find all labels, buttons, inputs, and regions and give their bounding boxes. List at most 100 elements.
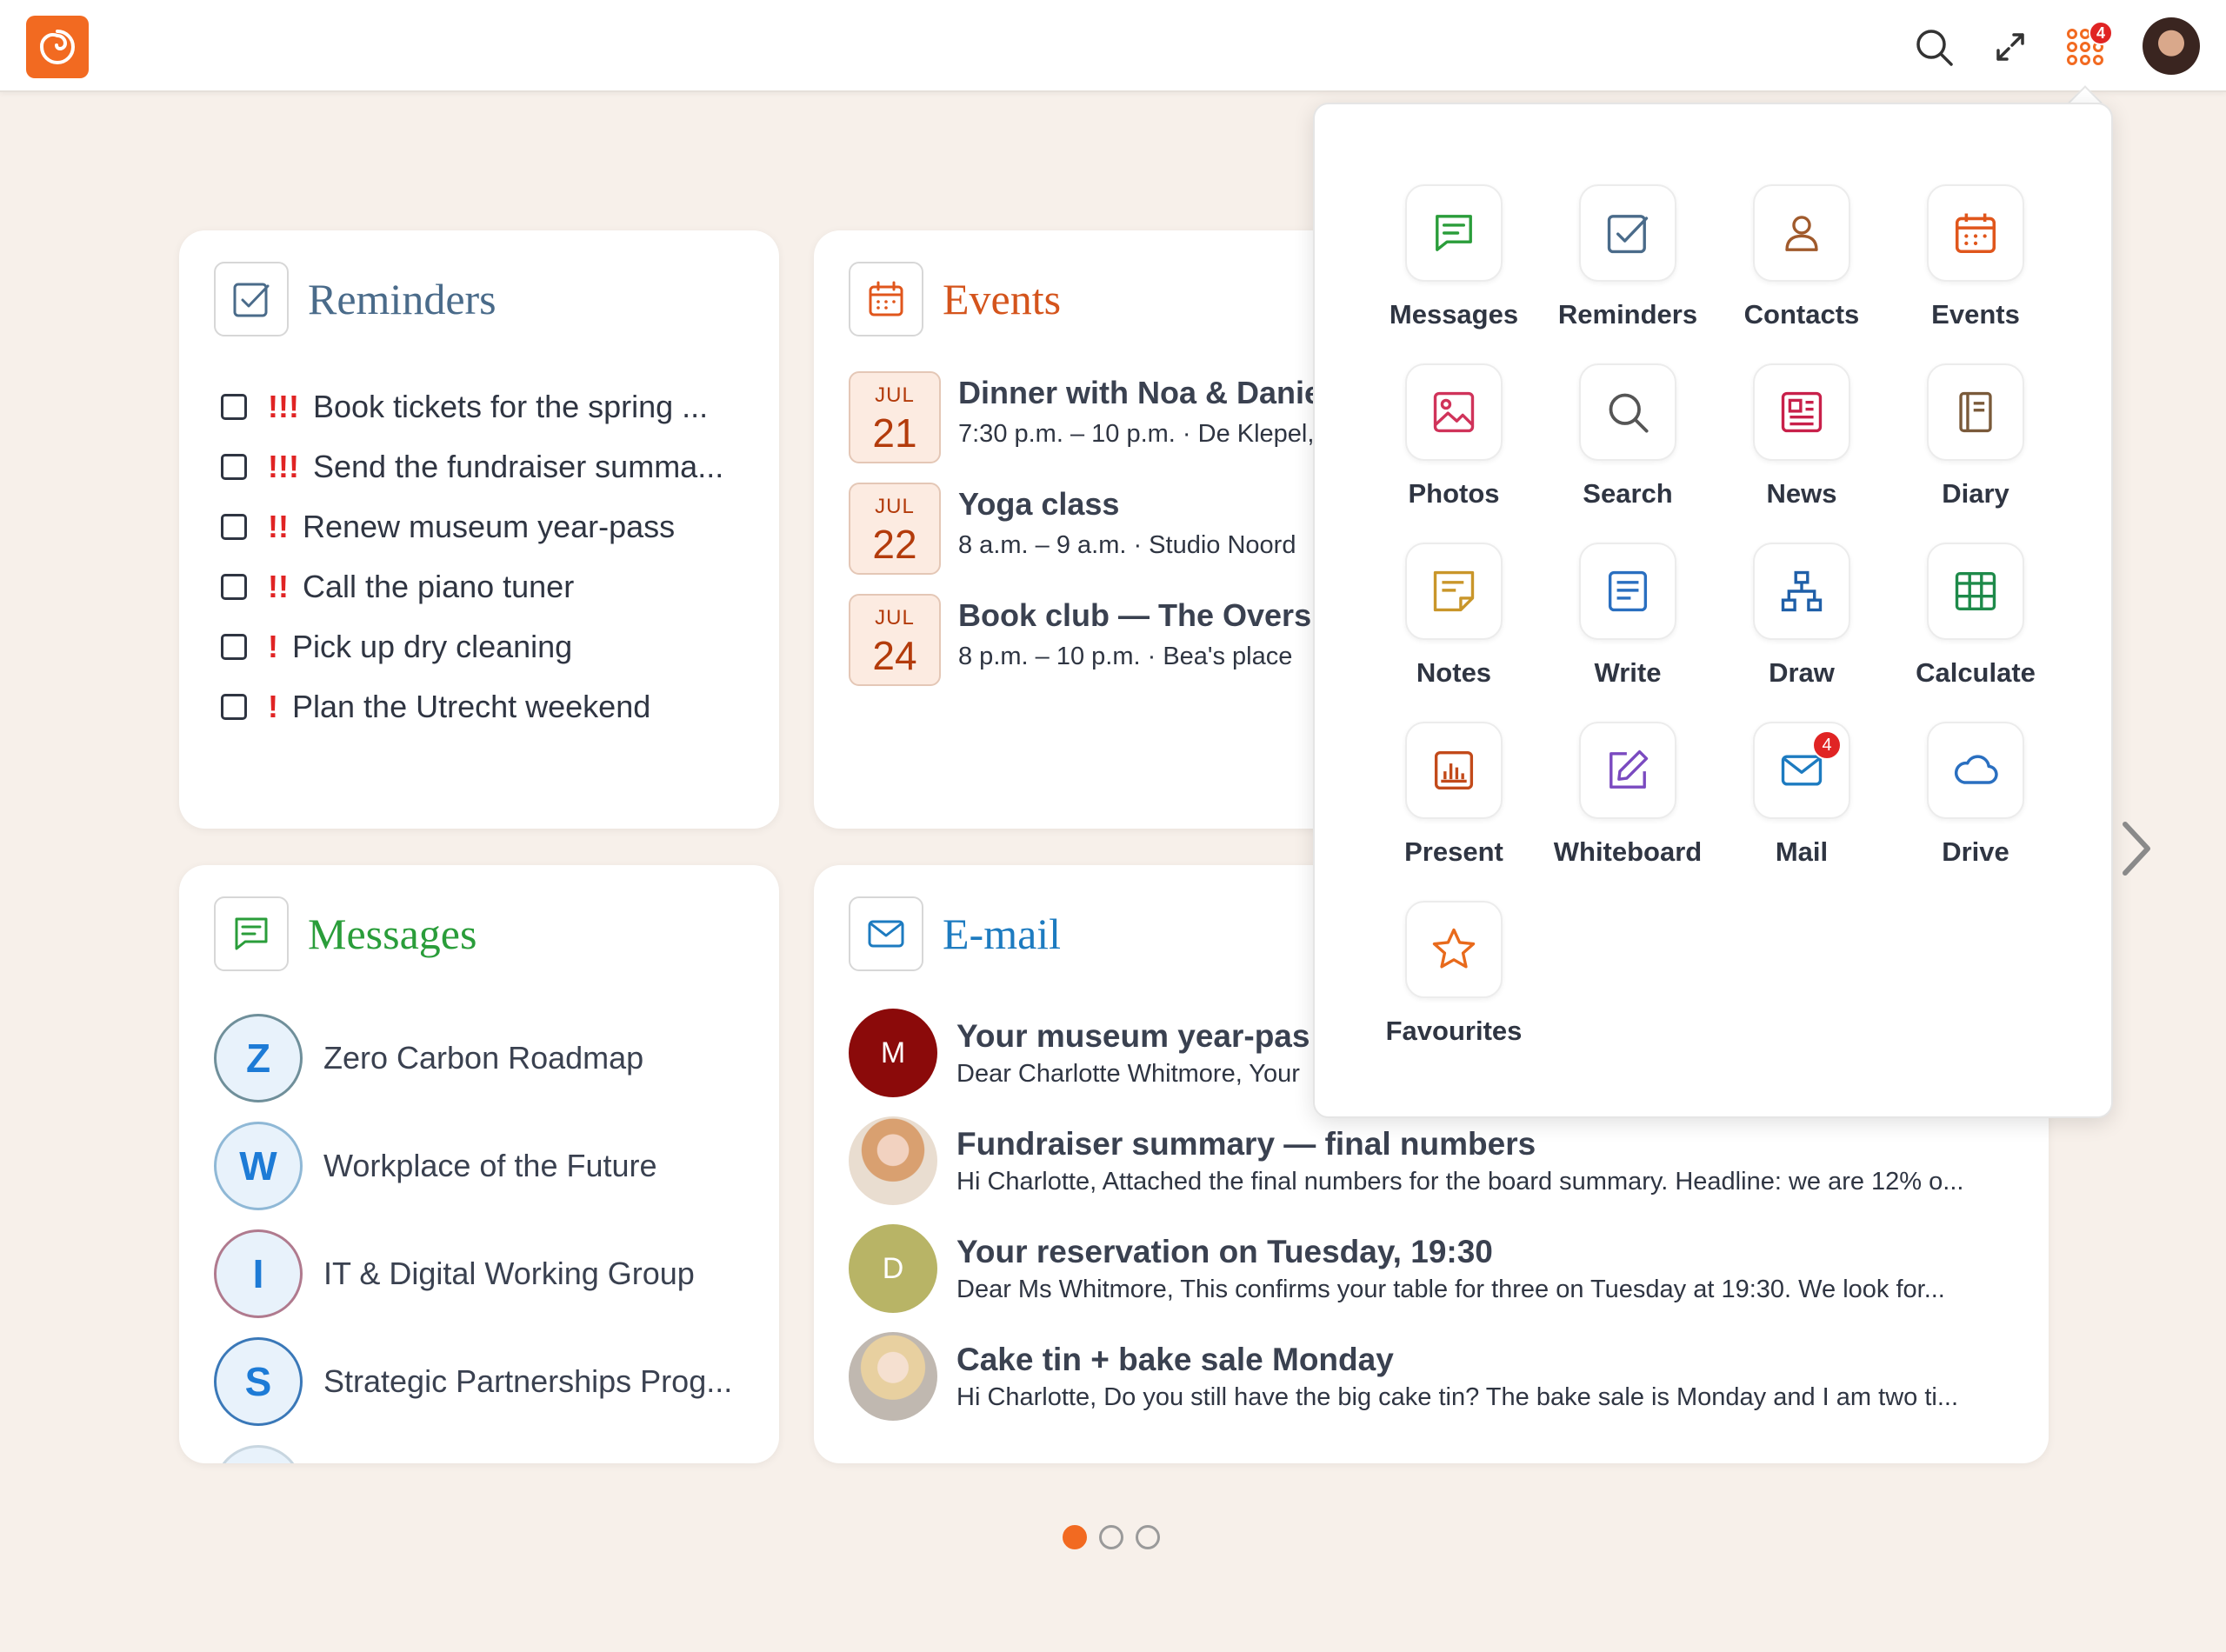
app-label: Notes [1416, 657, 1492, 688]
list-item[interactable]: !!! Book tickets for the spring ... [221, 376, 744, 436]
priority-marker: !! [268, 508, 289, 544]
table-row[interactable]: Cake tin + bake sale Monday Hi Charlotte,… [849, 1322, 2014, 1430]
list-item[interactable]: JUL 22 Yoga class 8 a.m. – 9 a.m. · Studio… [849, 483, 1353, 594]
avatar: W [214, 1122, 303, 1210]
app-photos[interactable]: Photos [1367, 363, 1541, 537]
user-avatar[interactable] [2143, 17, 2200, 75]
conversation-name: IT & Digital Working Group [323, 1256, 695, 1291]
event-day: 22 [872, 522, 917, 567]
reminder-checkbox[interactable] [221, 693, 247, 720]
list-item[interactable]: !!! Send the fundraiser summa... [221, 436, 744, 496]
app-diary[interactable]: Diary [1889, 363, 2063, 537]
calendar-icon [1955, 213, 1996, 254]
app-drive[interactable]: Drive [1889, 722, 2063, 896]
app-label: Whiteboard [1553, 836, 1703, 867]
table-row[interactable]: D Your reservation on Tuesday, 19:30 Dear… [849, 1215, 2014, 1322]
priority-marker: ! [268, 688, 278, 724]
app-present[interactable]: Present [1367, 722, 1541, 896]
reminder-checkbox[interactable] [221, 513, 247, 540]
app-notes[interactable]: Notes [1367, 543, 1541, 716]
event-details: 8 a.m. – 9 a.m. · Studio Noord [958, 531, 1296, 559]
email-preview: Hi Charlotte, Do you still have the big … [956, 1382, 1958, 1411]
list-item[interactable]: S Strategic Partnerships Prog... [214, 1328, 753, 1436]
newspaper-icon [1781, 391, 1823, 433]
page-dot-3[interactable] [1136, 1525, 1160, 1549]
app-write[interactable]: Write [1541, 543, 1715, 716]
avatar: I [214, 1229, 303, 1318]
spreadsheet-icon [1955, 571, 1996, 611]
event-day: 21 [872, 410, 917, 456]
page-dot-1[interactable] [1063, 1525, 1087, 1549]
app-news[interactable]: News [1715, 363, 1889, 537]
avatar [849, 1332, 937, 1421]
fullscreen-button[interactable] [1986, 23, 2035, 71]
priority-marker: ! [268, 628, 278, 664]
brand-logo[interactable] [26, 16, 89, 78]
app-contacts[interactable]: Contacts [1715, 184, 1889, 358]
event-date: JUL 21 [849, 371, 941, 463]
table-row[interactable]: Fundraiser summary — final numbers Hi Cha… [849, 1107, 2014, 1215]
apps-menu-button[interactable]: 4 [2061, 21, 2113, 71]
reminders-list: !!! Book tickets for the spring ... !!! Se… [221, 376, 744, 736]
app-reminders[interactable]: Reminders [1541, 184, 1715, 358]
app-label: Favourites [1385, 1016, 1523, 1046]
list-item[interactable] [214, 1436, 753, 1463]
app-label: Write [1594, 657, 1662, 688]
app-search[interactable]: Search [1541, 363, 1715, 537]
reminder-text: Renew museum year-pass [302, 508, 676, 544]
document-icon [1608, 570, 1648, 612]
messages-list: Z Zero Carbon Roadmap W Workplace of the F… [214, 1004, 753, 1463]
email-title: E-mail [943, 909, 1062, 958]
app-label: Drive [1942, 836, 2009, 867]
app-messages[interactable]: Messages [1367, 184, 1541, 358]
app-events[interactable]: Events [1889, 184, 2063, 358]
checkbox-icon [1607, 215, 1649, 254]
event-month: JUL [875, 495, 915, 518]
app-label: Search [1583, 478, 1673, 509]
list-item[interactable]: !! Call the piano tuner [221, 556, 744, 616]
avatar: Z [214, 1014, 303, 1102]
app-label: News [1766, 478, 1837, 509]
notebook-icon [1959, 391, 1992, 433]
events-card: Events JUL 21 Dinner with Noa & Danie 7:30… [814, 230, 1353, 829]
event-month: JUL [875, 383, 915, 407]
list-item[interactable]: Z Zero Carbon Roadmap [214, 1004, 753, 1112]
chevron-right-icon[interactable] [2115, 817, 2158, 880]
search-button[interactable] [1909, 23, 1958, 71]
app-label: Messages [1389, 299, 1519, 330]
fullscreen-icon [1996, 33, 2024, 61]
reminder-text: Call the piano tuner [302, 568, 575, 604]
conversation-name: Zero Carbon Roadmap [323, 1040, 644, 1076]
reminder-checkbox[interactable] [221, 453, 247, 480]
presentation-icon [1434, 750, 1474, 790]
reminder-checkbox[interactable] [221, 393, 247, 420]
app-whiteboard[interactable]: Whiteboard [1541, 722, 1715, 896]
priority-marker: !!! [268, 388, 299, 424]
brand-swirl-icon [39, 30, 75, 64]
list-item[interactable]: ! Plan the Utrecht weekend [221, 676, 744, 736]
list-item[interactable]: I IT & Digital Working Group [214, 1220, 753, 1328]
reminder-checkbox[interactable] [221, 573, 247, 600]
page-dot-2[interactable] [1099, 1525, 1123, 1549]
reminders-card: Reminders !!! Book tickets for the spring… [179, 230, 779, 829]
app-mail[interactable]: 4 Mail [1715, 722, 1889, 896]
event-date: JUL 24 [849, 594, 941, 686]
app-favourites[interactable]: Favourites [1367, 901, 1541, 1075]
list-item[interactable]: !! Renew museum year-pass [221, 496, 744, 556]
note-icon [1433, 570, 1475, 612]
chat-icon [235, 917, 268, 950]
calendar-icon [869, 281, 903, 316]
messages-title: Messages [308, 909, 477, 958]
mail-notification-badge: 4 [1812, 730, 1842, 760]
app-draw[interactable]: Draw [1715, 543, 1889, 716]
reminder-checkbox[interactable] [221, 633, 247, 660]
app-label: Contacts [1743, 299, 1860, 330]
app-calculate[interactable]: Calculate [1889, 543, 2063, 716]
list-item[interactable]: JUL 24 Book club — The Overs 8 p.m. – 10 p… [849, 594, 1353, 705]
star-icon [1432, 928, 1476, 969]
list-item[interactable]: JUL 21 Dinner with Noa & Danie 7:30 p.m. –… [849, 371, 1353, 483]
conversation-name: Strategic Partnerships Prog... [323, 1363, 733, 1399]
app-label: Mail [1775, 836, 1829, 867]
list-item[interactable]: W Workplace of the Future [214, 1112, 753, 1220]
list-item[interactable]: ! Pick up dry cleaning [221, 616, 744, 676]
